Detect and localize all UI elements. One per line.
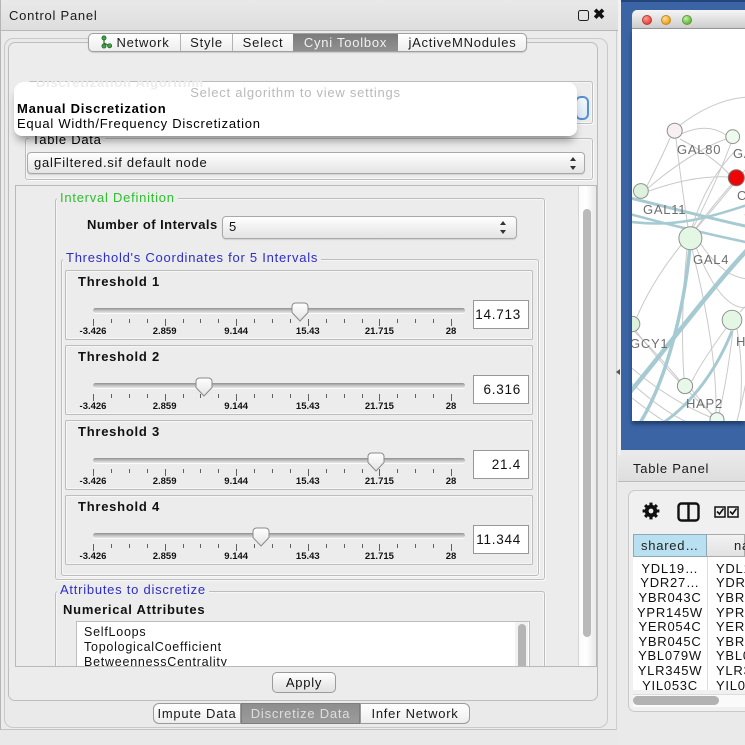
svg-text:C: C [737,188,745,203]
svg-text:GAL4: GAL4 [693,252,729,267]
svg-text:GA: GA [733,146,745,161]
svg-text:HAP2: HAP2 [686,396,723,411]
svg-text:H: H [736,334,745,349]
svg-text:GAL11: GAL11 [643,202,686,217]
svg-text:GCY1: GCY1 [632,336,668,351]
svg-text:GAL80: GAL80 [677,142,721,157]
